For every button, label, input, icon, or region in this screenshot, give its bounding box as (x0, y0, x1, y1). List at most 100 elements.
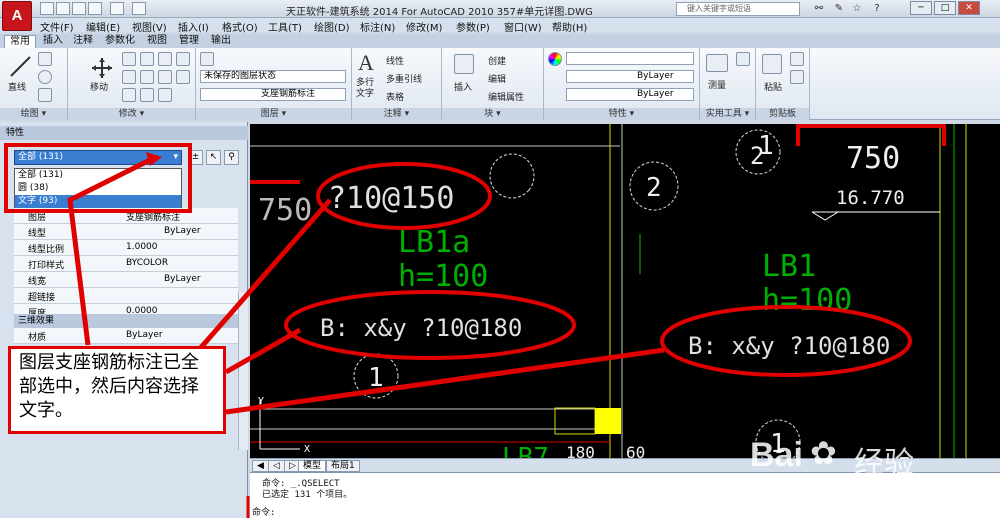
tab-nav-prev[interactable]: ◁ (268, 460, 285, 472)
tools-icon[interactable]: ✎ (832, 2, 846, 16)
redo-icon[interactable] (110, 2, 124, 15)
property-row-linetype-scale[interactable]: 线型比例 1.0000 (14, 240, 238, 256)
trim-icon[interactable] (158, 52, 172, 66)
property-row-hyperlink[interactable]: 超链接 (14, 288, 238, 304)
explode-icon[interactable] (140, 88, 154, 102)
group-properties-label[interactable]: 特性 ▾ (544, 108, 699, 120)
tab-insert[interactable]: 插入 (38, 35, 68, 48)
group-modify-label[interactable]: 修改 ▾ (68, 108, 195, 120)
menu-help[interactable]: 帮助(H) (552, 19, 587, 34)
group-block-label[interactable]: 块 ▾ (442, 108, 543, 120)
scale-icon[interactable] (140, 70, 154, 84)
search-input[interactable]: 键入关键字或短语 (676, 2, 800, 16)
layer-state-select[interactable]: 未保存的图层状态 (200, 70, 346, 83)
multileader-button[interactable]: 多重引线 (386, 72, 422, 85)
menu-window[interactable]: 窗口(W) (504, 19, 542, 34)
menu-view[interactable]: 视图(V) (132, 19, 167, 34)
table-button[interactable]: 表格 (386, 90, 404, 103)
property-row-lineweight[interactable]: 线宽 ByLayer (14, 272, 238, 288)
properties-scrollbar[interactable] (238, 292, 248, 450)
binoculars-icon[interactable]: ⚯ (812, 2, 826, 16)
rebar-bxy-left: B: x&y ?10@180 (320, 314, 522, 342)
cut-icon[interactable] (790, 52, 804, 66)
edit-block-button[interactable]: 编辑 (488, 72, 506, 85)
paste-icon[interactable] (762, 54, 782, 74)
layer-properties-icon[interactable] (200, 52, 214, 66)
menu-dimension[interactable]: 标注(N) (360, 19, 395, 34)
menu-format[interactable]: 格式(O) (222, 19, 258, 34)
menu-file[interactable]: 文件(F) (40, 19, 74, 34)
tab-output[interactable]: 输出 (206, 35, 236, 48)
color-wheel-icon[interactable] (548, 52, 562, 66)
linetype-select[interactable]: ByLayer (566, 70, 694, 83)
property-row-plot-style[interactable]: 打印样式 BYCOLOR (14, 256, 238, 272)
move-icon[interactable] (90, 56, 114, 80)
annotation-note: 图层支座钢筋标注已全部选中，然后内容选择文字。 (8, 346, 226, 434)
tab-view[interactable]: 视图 (142, 35, 172, 48)
watermark-suffix: 经验 (854, 446, 914, 481)
stretch-icon[interactable] (122, 70, 136, 84)
edit-attribute-button[interactable]: 编辑属性 (488, 90, 524, 103)
group-draw-label[interactable]: 绘图 ▾ (0, 108, 67, 120)
insert-block-icon[interactable] (454, 54, 474, 74)
tab-parametric[interactable]: 参数化 (100, 35, 140, 48)
command-prompt[interactable]: 命令: (252, 505, 275, 518)
drawing-canvas[interactable]: 750 ?10@150 LB1a h=100 B: x&y ?10@180 2 … (250, 124, 1000, 458)
section-3d-effects[interactable]: 三维效果 (14, 314, 238, 328)
tab-annotate[interactable]: 注释 (68, 35, 98, 48)
menu-edit[interactable]: 编辑(E) (86, 19, 120, 34)
measure-icon[interactable] (706, 54, 728, 72)
rotate-icon[interactable] (140, 52, 154, 66)
current-layer-select[interactable]: 支座钢筋标注 (200, 88, 346, 101)
quick-select-icon[interactable]: ⚲ (224, 150, 239, 165)
print-icon[interactable] (132, 2, 146, 15)
create-block-button[interactable]: 创建 (488, 54, 506, 67)
help-icon[interactable]: ? (870, 2, 884, 16)
linear-dim-button[interactable]: 线性 (386, 54, 404, 67)
app-logo[interactable]: A (2, 1, 32, 31)
copy-icon[interactable] (122, 52, 136, 66)
tab-home[interactable]: 常用 (4, 35, 36, 48)
star-icon[interactable]: ☆ (850, 2, 864, 16)
group-utilities-label[interactable]: 实用工具 ▾ (700, 108, 755, 120)
save-icon[interactable] (72, 2, 86, 15)
circle-icon[interactable] (38, 70, 52, 84)
property-row-material[interactable]: 材质 ByLayer (14, 328, 238, 344)
undo-icon[interactable] (88, 2, 102, 15)
property-row-linetype[interactable]: 线型 ByLayer (14, 224, 238, 240)
maximize-button[interactable]: □ (934, 1, 956, 15)
copy-clip-icon[interactable] (790, 70, 804, 84)
menu-modify[interactable]: 修改(M) (406, 19, 442, 34)
arc-icon[interactable] (38, 88, 52, 102)
quick-select-icon[interactable] (736, 52, 750, 66)
offset-icon[interactable] (158, 88, 172, 102)
group-annotation-label[interactable]: 注释 ▾ (352, 108, 441, 120)
tab-manage[interactable]: 管理 (174, 35, 204, 48)
multiline-text-icon[interactable]: A (358, 50, 374, 76)
minimize-button[interactable]: ─ (910, 1, 932, 15)
menu-insert[interactable]: 插入(I) (178, 19, 209, 34)
tab-nav-first[interactable]: ◀ (252, 460, 269, 472)
fillet-icon[interactable] (122, 88, 136, 102)
close-button[interactable]: ✕ (958, 1, 980, 15)
select-objects-icon[interactable]: ↖ (206, 150, 221, 165)
array-icon[interactable] (158, 70, 172, 84)
erase-icon[interactable] (176, 70, 190, 84)
open-icon[interactable] (56, 2, 70, 15)
group-layers-label[interactable]: 图层 ▾ (196, 108, 351, 120)
line-tool-icon[interactable] (8, 54, 34, 80)
lineweight-select[interactable]: ByLayer (566, 88, 694, 101)
grid-bubble-1-top: 1 (758, 131, 774, 161)
new-icon[interactable] (40, 2, 54, 15)
menu-tools[interactable]: 工具(T) (268, 19, 302, 34)
tab-layout1[interactable]: 布局1 (326, 460, 360, 472)
multitext-label[interactable]: 多行 文字 (356, 78, 374, 100)
mirror-icon[interactable] (176, 52, 190, 66)
polyline-icon[interactable] (38, 52, 52, 66)
color-select[interactable] (566, 52, 694, 65)
group-clipboard-label[interactable]: 剪贴板 (756, 108, 809, 120)
tab-model[interactable]: 模型 (298, 460, 327, 472)
menu-draw[interactable]: 绘图(D) (314, 19, 350, 34)
move-label: 移动 (90, 83, 109, 93)
menu-parametric[interactable]: 参数(P) (456, 19, 490, 34)
